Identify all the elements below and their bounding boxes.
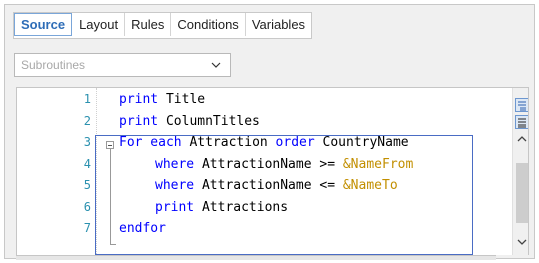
scroll-up-icon[interactable] bbox=[517, 135, 527, 143]
code-text: Title bbox=[165, 92, 206, 107]
horizontal-scrollbar[interactable] bbox=[16, 255, 496, 260]
dropdown-value: Subroutines bbox=[21, 58, 86, 72]
line-number: 7 bbox=[83, 221, 91, 235]
collapse-icon[interactable] bbox=[106, 141, 114, 149]
tab-conditions[interactable]: Conditions bbox=[171, 13, 246, 36]
line-number: 1 bbox=[83, 92, 91, 106]
tab-layout[interactable]: Layout bbox=[73, 13, 126, 36]
line-number: 2 bbox=[83, 113, 91, 128]
code-keyword: print bbox=[119, 92, 166, 107]
tab-strip: Source Layout Rules Conditions Variables bbox=[13, 12, 313, 39]
vertical-scrollbar[interactable] bbox=[512, 88, 528, 255]
line-number: 4 bbox=[83, 156, 91, 171]
code-keyword: print bbox=[119, 113, 166, 129]
line-number: 5 bbox=[83, 178, 91, 192]
scroll-down-icon[interactable] bbox=[517, 238, 527, 246]
scrollbar-thumb[interactable] bbox=[516, 163, 528, 223]
fold-guide-end bbox=[110, 244, 116, 245]
tab-source[interactable]: Source bbox=[14, 13, 73, 36]
tab-variables[interactable]: Variables bbox=[246, 13, 311, 36]
for-each-block-highlight bbox=[95, 135, 473, 255]
tab-rules[interactable]: Rules bbox=[125, 13, 172, 36]
code-text: ColumnTitles bbox=[165, 113, 260, 129]
outline-icon[interactable] bbox=[515, 98, 528, 112]
collapse-all-icon[interactable] bbox=[515, 115, 528, 129]
chevron-down-icon bbox=[211, 62, 221, 68]
code-line[interactable]: print Title bbox=[119, 90, 205, 109]
fold-guide-line bbox=[110, 149, 111, 244]
subroutines-dropdown[interactable]: Subroutines bbox=[14, 53, 231, 77]
code-line[interactable]: print ColumnTitles bbox=[119, 112, 260, 131]
line-number: 6 bbox=[83, 199, 91, 214]
line-number: 3 bbox=[83, 135, 91, 149]
code-editor[interactable]: 1 print Title 2 print ColumnTitles 3 For each… bbox=[16, 87, 529, 255]
